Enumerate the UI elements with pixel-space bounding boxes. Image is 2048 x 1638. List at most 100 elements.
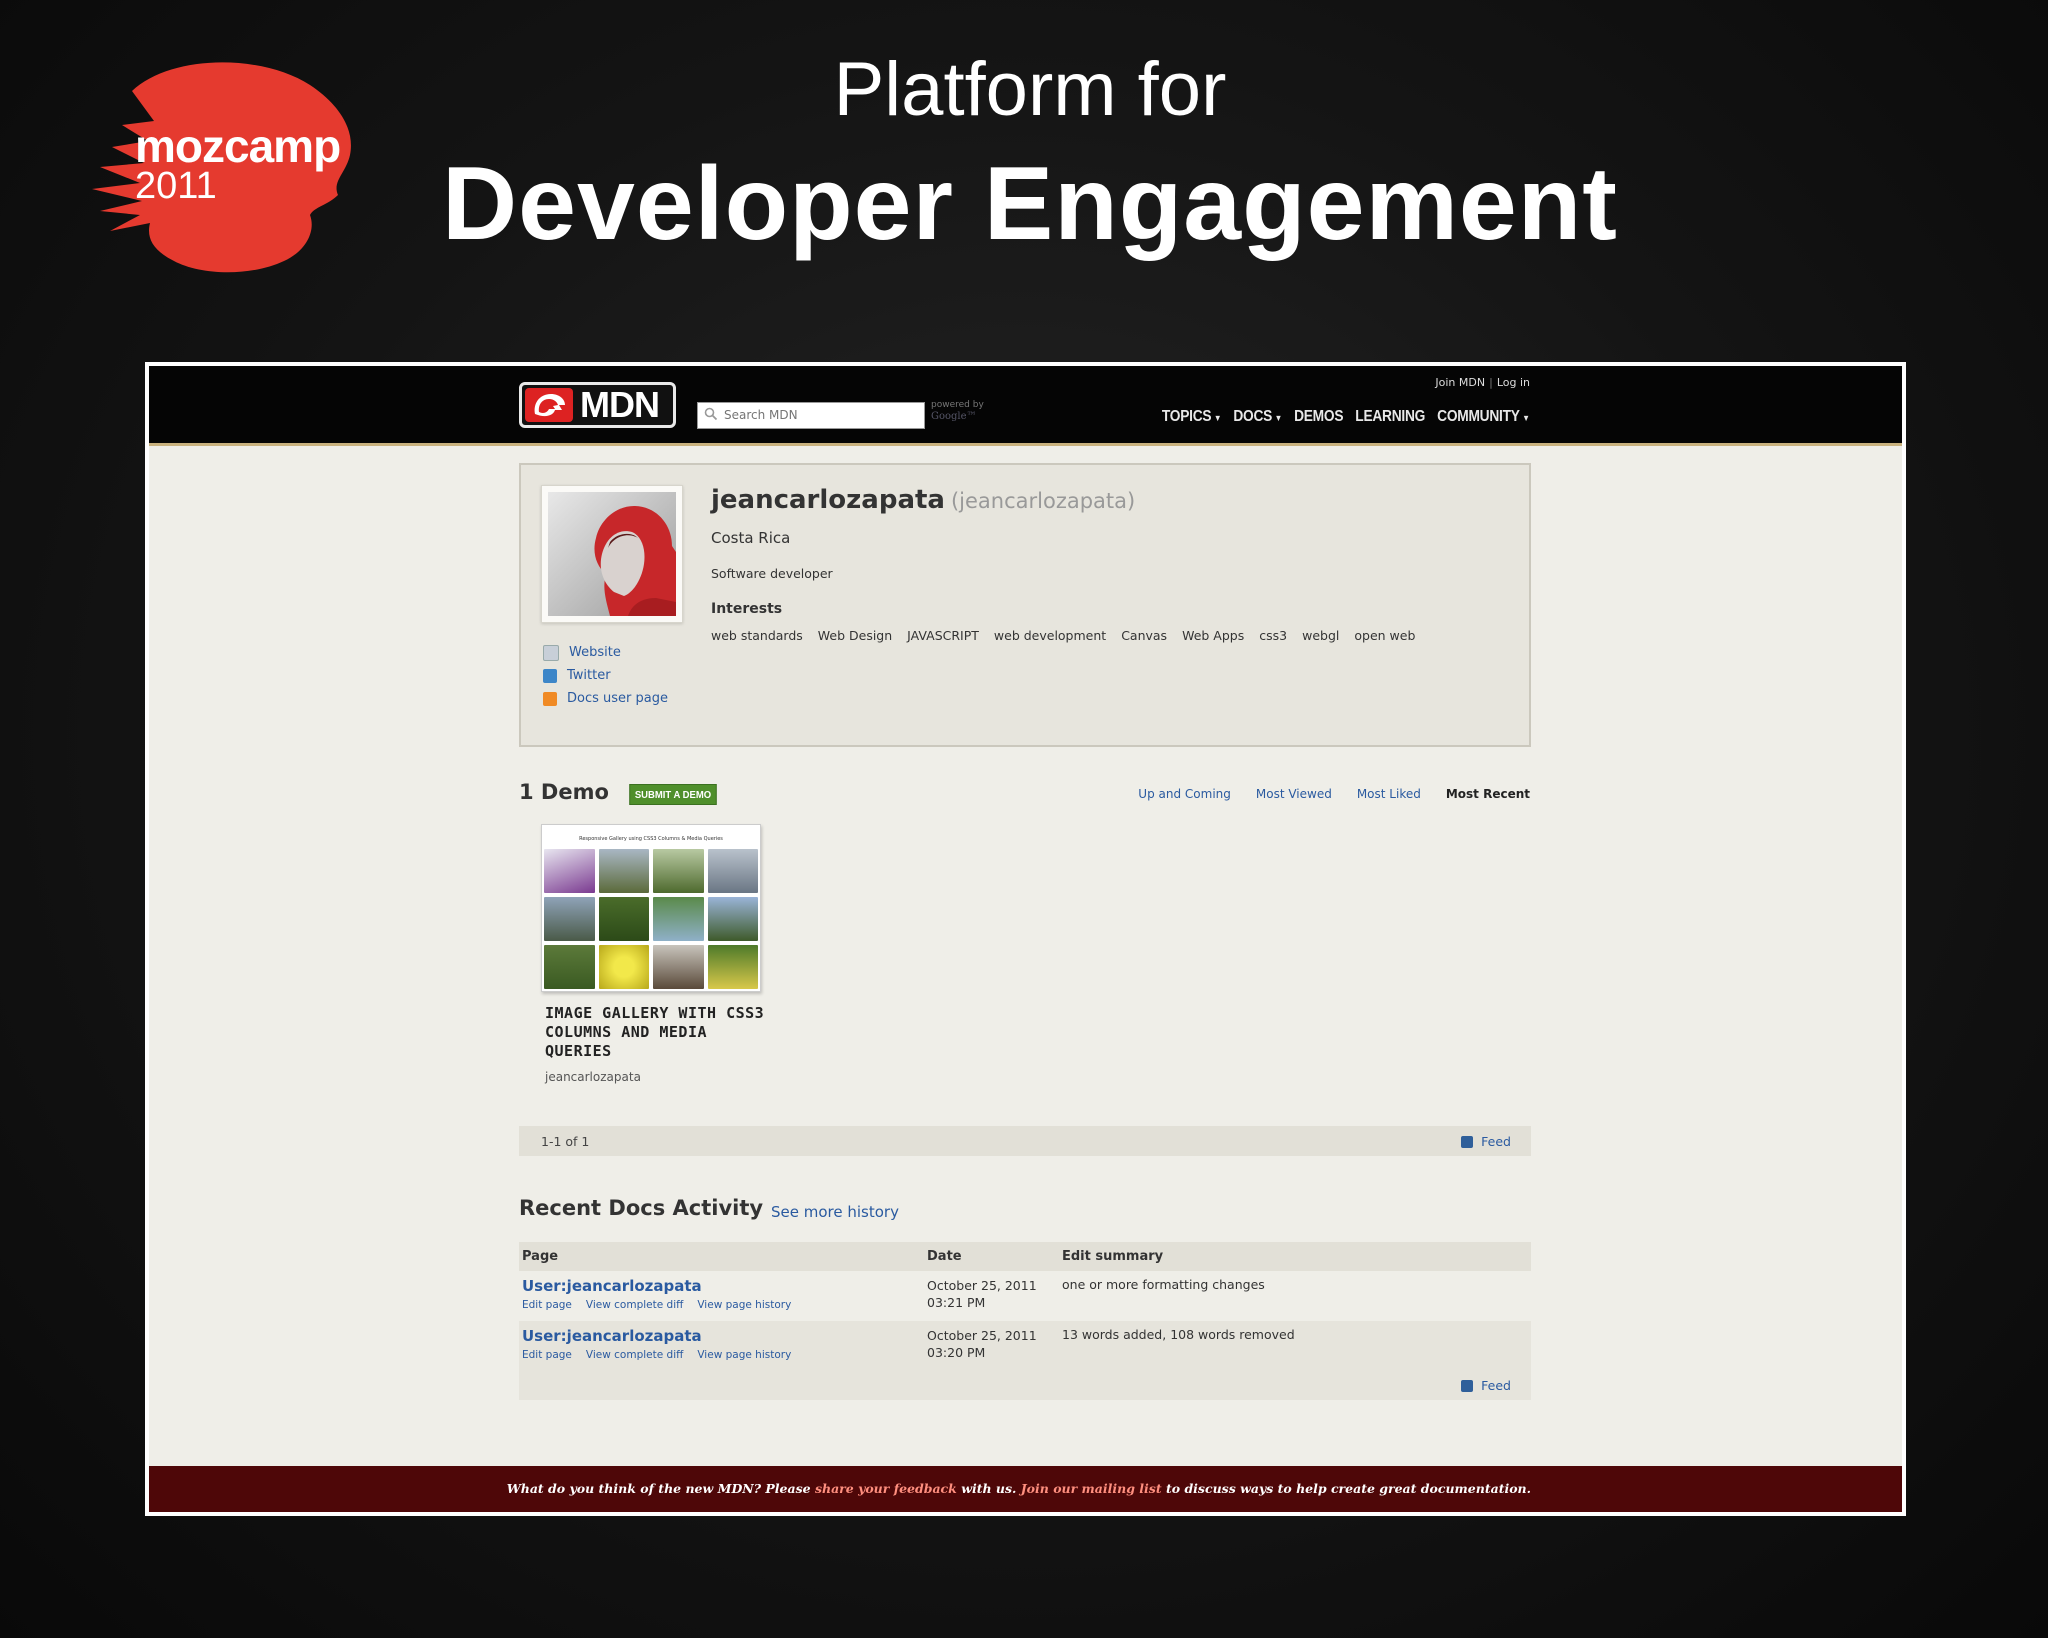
twitter-link[interactable]: Twitter bbox=[543, 664, 668, 687]
slide-title-line1: Platform for bbox=[833, 47, 1227, 132]
twitter-icon bbox=[543, 668, 557, 683]
globe-icon bbox=[543, 644, 559, 661]
avatar-photo bbox=[548, 492, 676, 616]
interest-tag[interactable]: Canvas bbox=[1121, 628, 1167, 643]
profile-handle: (jeancarlozapata) bbox=[950, 489, 1136, 513]
column-header-page: Page bbox=[522, 1249, 559, 1264]
slide-title-line2: Developer Engagement bbox=[442, 146, 1618, 262]
demo-author[interactable]: jeancarlozapata bbox=[545, 1070, 641, 1084]
interest-tag[interactable]: web standards bbox=[711, 628, 803, 643]
logo-year: 2011 bbox=[135, 165, 217, 207]
profile-bio: Software developer bbox=[711, 566, 833, 581]
powered-by-label: powered by bbox=[931, 400, 984, 410]
table-row: User:jeancarlozapata Edit page View comp… bbox=[519, 1271, 1531, 1321]
profile-username: jeancarlozapata bbox=[711, 485, 945, 515]
pagination-count: 1-1 of 1 bbox=[541, 1134, 590, 1149]
interest-tag[interactable]: Web Apps bbox=[1182, 628, 1244, 643]
row-actions: Edit page View complete diff View page h… bbox=[522, 1299, 791, 1311]
edit-summary: one or more formatting changes bbox=[1062, 1277, 1265, 1292]
demo-thumbnail-title: Responsive Gallery using CSS3 Columns & … bbox=[579, 836, 723, 842]
nav-community[interactable]: COMMUNITY ▼ bbox=[1437, 408, 1530, 426]
interest-tag[interactable]: webgl bbox=[1302, 628, 1339, 643]
powered-by-google: powered by Google™ bbox=[931, 400, 984, 422]
table-row: User:jeancarlozapata Edit page View comp… bbox=[519, 1321, 1531, 1371]
feedback-footer: What do you think of the new MDN? Please… bbox=[149, 1466, 1902, 1512]
row-actions: Edit page View complete diff View page h… bbox=[522, 1349, 791, 1361]
page-link[interactable]: User:jeancarlozapata bbox=[522, 1327, 702, 1345]
filter-most-liked[interactable]: Most Liked bbox=[1357, 787, 1421, 801]
demos-pagination-bar: 1-1 of 1 Feed bbox=[519, 1126, 1531, 1156]
nav-demos[interactable]: DEMOS bbox=[1294, 408, 1343, 426]
profile-location: Costa Rica bbox=[711, 529, 791, 547]
search-icon bbox=[704, 407, 718, 421]
mdn-dino-icon bbox=[525, 388, 573, 422]
filter-up-and-coming[interactable]: Up and Coming bbox=[1138, 787, 1231, 801]
submit-demo-button[interactable]: SUBMIT A DEMO bbox=[629, 784, 717, 805]
mailing-list-link[interactable]: Join our mailing list bbox=[1021, 1481, 1162, 1496]
website-link[interactable]: Website bbox=[543, 641, 668, 664]
view-diff-link[interactable]: View complete diff bbox=[586, 1299, 683, 1311]
nav-learning[interactable]: LEARNING bbox=[1356, 408, 1426, 426]
nav-docs[interactable]: DOCS ▼ bbox=[1234, 408, 1283, 426]
edit-page-link[interactable]: Edit page bbox=[522, 1349, 572, 1361]
search-box[interactable] bbox=[697, 402, 925, 429]
thumbnail-photo-grid bbox=[544, 849, 758, 989]
profile-card: Website Twitter Docs user page jeancarlo… bbox=[519, 463, 1531, 747]
rss-icon bbox=[1461, 1135, 1474, 1148]
page-link[interactable]: User:jeancarlozapata bbox=[522, 1277, 702, 1295]
demo-thumbnail[interactable]: Responsive Gallery using CSS3 Columns & … bbox=[541, 824, 761, 992]
view-diff-link[interactable]: View complete diff bbox=[586, 1349, 683, 1361]
filter-most-recent[interactable]: Most Recent bbox=[1446, 787, 1530, 801]
table-header: Page Date Edit summary bbox=[519, 1242, 1531, 1271]
see-more-history-link[interactable]: See more history bbox=[771, 1203, 899, 1221]
chevron-down-icon: ▼ bbox=[1214, 413, 1222, 423]
profile-links: Website Twitter Docs user page bbox=[543, 641, 668, 710]
rss-icon bbox=[1461, 1379, 1474, 1392]
activity-feed-link[interactable]: Feed bbox=[1461, 1378, 1511, 1393]
demo-sort-filters: Up and Coming Most Viewed Most Liked Mos… bbox=[1138, 787, 1530, 801]
share-feedback-link[interactable]: share your feedback bbox=[815, 1481, 957, 1496]
view-history-link[interactable]: View page history bbox=[697, 1299, 791, 1311]
account-links: Join MDN | Log in bbox=[1435, 376, 1530, 389]
join-mdn-link[interactable]: Join MDN bbox=[1435, 376, 1485, 389]
docs-user-page-link[interactable]: Docs user page bbox=[543, 687, 668, 710]
logo-word: mozcamp bbox=[135, 120, 341, 172]
mozcamp-logo: mozcamp 2011 bbox=[70, 55, 370, 285]
nav-topics[interactable]: TOPICS ▼ bbox=[1162, 408, 1222, 426]
screenshot-frame: MDN powered by Google™ Join MDN|Log in T… bbox=[145, 362, 1906, 1516]
demos-heading: 1 Demo bbox=[519, 780, 609, 804]
main-nav: TOPICS ▼ DOCS ▼ DEMOS LEARNING COMMUNITY ▼ bbox=[1162, 408, 1530, 426]
log-in-link[interactable]: Log in bbox=[1497, 376, 1530, 389]
interest-tag[interactable]: Web Design bbox=[818, 628, 892, 643]
pencil-icon bbox=[543, 691, 557, 706]
view-history-link[interactable]: View page history bbox=[697, 1349, 791, 1361]
recent-docs-heading: Recent Docs Activity bbox=[519, 1196, 764, 1220]
edit-date: October 25, 2011 03:21 PM bbox=[927, 1278, 1037, 1310]
interests-heading: Interests bbox=[711, 601, 783, 617]
column-header-summary: Edit summary bbox=[1062, 1249, 1164, 1264]
avatar bbox=[541, 485, 683, 623]
profile-name: jeancarlozapata (jeancarlozapata) bbox=[711, 485, 1135, 515]
mdn-logo[interactable]: MDN bbox=[519, 382, 676, 428]
column-header-date: Date bbox=[927, 1249, 962, 1264]
edit-date: October 25, 2011 03:20 PM bbox=[927, 1328, 1037, 1360]
mdn-header: MDN powered by Google™ Join MDN|Log in T… bbox=[149, 366, 1902, 446]
filter-most-viewed[interactable]: Most Viewed bbox=[1256, 787, 1332, 801]
interest-tag[interactable]: JAVASCRIPT bbox=[907, 628, 979, 643]
interest-tag[interactable]: web development bbox=[994, 628, 1106, 643]
activity-table: Page Date Edit summary User:jeancarlozap… bbox=[519, 1242, 1531, 1400]
footer-text: What do you think of the new MDN? Please… bbox=[506, 1481, 1531, 1496]
edit-summary: 13 words added, 108 words removed bbox=[1062, 1327, 1295, 1342]
demo-title[interactable]: IMAGE GALLERY WITH CSS3 COLUMNS AND MEDI… bbox=[545, 1004, 765, 1061]
table-footer: Feed bbox=[519, 1371, 1531, 1400]
chevron-down-icon: ▼ bbox=[1274, 413, 1283, 423]
interest-tag[interactable]: open web bbox=[1354, 628, 1415, 643]
interest-tag[interactable]: css3 bbox=[1259, 628, 1287, 643]
interests-list: web standards Web Design JAVASCRIPT web … bbox=[711, 628, 1415, 643]
chevron-down-icon: ▼ bbox=[1522, 413, 1531, 423]
search-input[interactable] bbox=[724, 406, 920, 424]
google-wordmark: Google™ bbox=[931, 411, 977, 422]
mdn-logo-text: MDN bbox=[580, 384, 660, 425]
edit-page-link[interactable]: Edit page bbox=[522, 1299, 572, 1311]
demos-feed-link[interactable]: Feed bbox=[1461, 1134, 1511, 1149]
